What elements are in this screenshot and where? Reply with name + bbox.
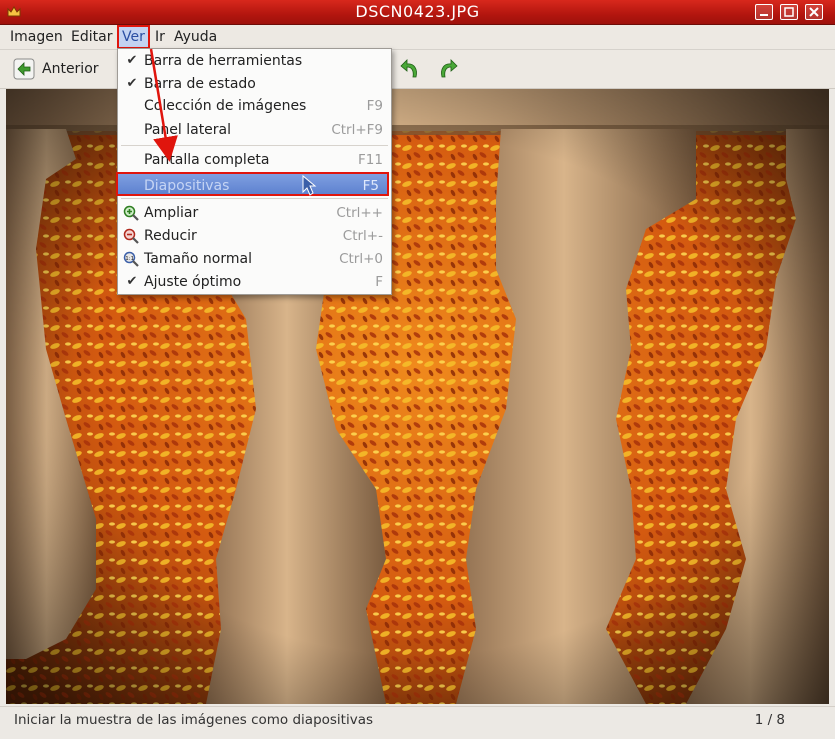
close-icon [809,7,819,17]
menu-ver[interactable]: Ver [117,25,150,49]
menu-item-fullscreen[interactable]: Pantalla completa F11 [118,149,391,171]
menu-item-normal-size[interactable]: 1:1 Tamaño normal Ctrl+0 [118,248,391,270]
menu-separator [121,145,388,146]
window-title: DSCN0423.JPG [355,2,480,21]
rotate-left-button[interactable] [398,54,422,84]
menu-item-toolbar[interactable]: ✔ Barra de herramientas [118,50,391,72]
menu-item-zoom-out[interactable]: Reducir Ctrl+- [118,225,391,247]
menu-ir[interactable]: Ir [152,27,168,47]
status-message: Iniciar la muestra de las imágenes como … [14,712,374,728]
status-bar: Iniciar la muestra de las imágenes como … [0,706,835,739]
menu-item-best-fit[interactable]: ✔ Ajuste óptimo F [118,271,391,293]
zoom-in-icon [123,205,139,221]
check-icon: ✔ [126,76,138,91]
minimize-button[interactable] [755,4,773,20]
menu-bar: Imagen Editar Ver Ir Ayuda [0,25,835,50]
maximize-icon [784,7,794,17]
menu-item-slideshow[interactable]: Diapositivas F5 [116,172,389,196]
menu-separator [121,198,388,199]
previous-label: Anterior [42,61,99,77]
minimize-icon [760,14,768,16]
menu-editar[interactable]: Editar [68,27,115,47]
menu-item-statusbar[interactable]: ✔ Barra de estado [118,73,391,95]
maximize-button[interactable] [780,4,798,20]
title-bar: DSCN0423.JPG [0,0,835,25]
rotate-left-icon [400,59,417,78]
zoom-out-icon [123,228,139,244]
go-previous-icon [13,58,35,80]
close-button[interactable] [805,4,823,20]
menu-item-image-collection[interactable]: Colección de imágenes F9 [118,95,391,117]
rotate-right-icon [441,59,458,78]
view-menu-dropdown: ✔ Barra de herramientas ✔ Barra de estad… [116,48,392,295]
check-icon: ✔ [126,53,138,68]
svg-text:1:1: 1:1 [125,256,134,262]
previous-button[interactable]: Anterior [12,54,99,84]
menu-item-side-panel[interactable]: Panel lateral Ctrl+F9 [118,119,391,141]
check-icon: ✔ [126,274,138,289]
menu-ayuda[interactable]: Ayuda [171,27,220,47]
menu-item-zoom-in[interactable]: Ampliar Ctrl++ [118,202,391,224]
rotate-right-button[interactable] [436,54,460,84]
zoom-original-icon: 1:1 [123,251,139,267]
menu-imagen[interactable]: Imagen [7,27,66,47]
image-counter: 1 / 8 [754,712,785,728]
